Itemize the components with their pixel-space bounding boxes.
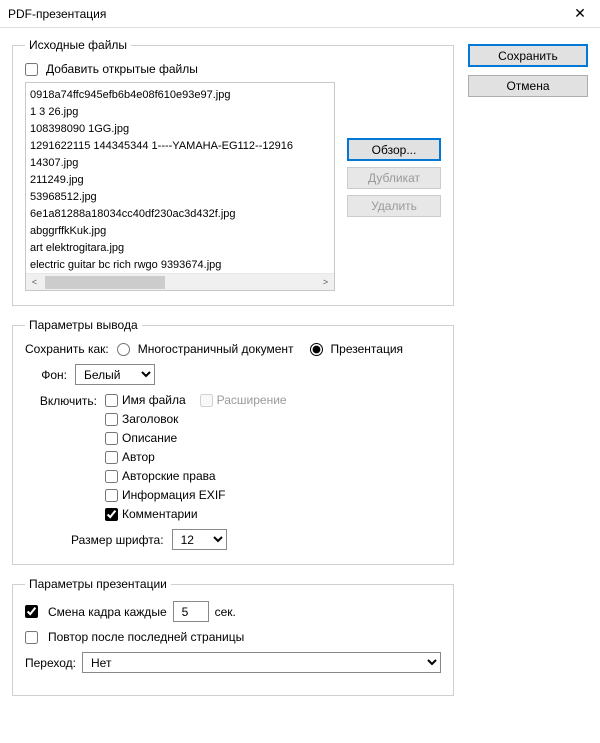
file-list-hscrollbar[interactable]: < > [26,273,334,290]
include-exif-checkbox[interactable] [105,489,118,502]
file-list-item[interactable]: 1291622115 144345344 1----YAMAHA-EG112--… [30,138,332,155]
include-exif-row[interactable]: Информация EXIF [105,488,287,502]
file-list-item[interactable]: art elektrogitara.jpg [30,240,332,257]
duplicate-button[interactable]: Дубликат [347,167,441,189]
file-list-item[interactable]: 6e1a81288a18034cc40df230ac3d432f.jpg [30,206,332,223]
saveas-multipage-label: Многостраничный документ [138,342,294,356]
delete-button[interactable]: Удалить [347,195,441,217]
include-description-checkbox[interactable] [105,432,118,445]
window-title: PDF-презентация [8,7,106,21]
advance-seconds-input[interactable] [173,601,209,622]
add-open-files-checkbox[interactable] [25,63,38,76]
loop-checkbox[interactable] [25,631,38,644]
include-copyright-checkbox[interactable] [105,470,118,483]
include-title-row[interactable]: Заголовок [105,412,287,426]
include-title-checkbox[interactable] [105,413,118,426]
presentation-params-group: Параметры презентации Смена кадра каждые… [12,577,454,696]
fontsize-label: Размер шрифта: [71,533,164,547]
save-as-label: Сохранить как: [25,342,109,356]
saveas-multipage-radio[interactable] [117,343,130,356]
loop-label: Повтор после последней страницы [48,630,244,644]
advance-label: Смена кадра каждые [48,605,167,619]
file-list-item[interactable]: 211249.jpg [30,172,332,189]
file-list-item[interactable]: abggrffkKuk.jpg [30,223,332,240]
include-extension-row: Расширение [200,393,287,407]
file-list[interactable]: 0918a74ffc945efb6b4e08f610e93e97.jpg1 3 … [26,83,334,273]
saveas-presentation-radio[interactable] [310,343,323,356]
include-exif-label: Информация EXIF [122,488,225,502]
add-open-files-label: Добавить открытые файлы [46,62,198,76]
include-author-label: Автор [122,450,155,464]
transition-select[interactable]: Нет [82,652,441,673]
include-comments-label: Комментарии [122,507,198,521]
include-author-checkbox[interactable] [105,451,118,464]
include-filename-row[interactable]: Имя файла [105,393,186,407]
include-author-row[interactable]: Автор [105,450,287,464]
include-extension-checkbox [200,394,213,407]
scroll-left-icon[interactable]: < [26,274,43,291]
output-params-legend: Параметры вывода [25,318,142,332]
include-copyright-row[interactable]: Авторские права [105,469,287,483]
saveas-presentation-row[interactable]: Презентация [310,342,404,356]
include-extension-label: Расширение [217,393,287,407]
output-params-group: Параметры вывода Сохранить как: Многостр… [12,318,454,565]
include-description-label: Описание [122,431,177,445]
scroll-thumb[interactable] [45,276,165,289]
scroll-right-icon[interactable]: > [317,274,334,291]
include-filename-label: Имя файла [122,393,186,407]
file-list-container: 0918a74ffc945efb6b4e08f610e93e97.jpg1 3 … [25,82,335,291]
presentation-params-legend: Параметры презентации [25,577,171,591]
close-button[interactable]: ✕ [560,0,600,28]
fontsize-select[interactable]: 12 [172,529,227,550]
background-label: Фон: [25,368,67,382]
file-list-item[interactable]: 0918a74ffc945efb6b4e08f610e93e97.jpg [30,87,332,104]
add-open-files-row[interactable]: Добавить открытые файлы [25,62,441,76]
include-copyright-label: Авторские права [122,469,216,483]
include-comments-checkbox[interactable] [105,508,118,521]
transition-label: Переход: [25,656,76,670]
source-files-legend: Исходные файлы [25,38,131,52]
file-list-item[interactable]: 53968512.jpg [30,189,332,206]
file-list-item[interactable]: 108398090 1GG.jpg [30,121,332,138]
advance-checkbox[interactable] [25,605,38,618]
background-select[interactable]: Белый [75,364,155,385]
file-list-item[interactable]: 14307.jpg [30,155,332,172]
save-button[interactable]: Сохранить [468,44,588,67]
include-comments-row[interactable]: Комментарии [105,507,287,521]
saveas-presentation-label: Презентация [331,342,404,356]
include-title-label: Заголовок [122,412,178,426]
include-label: Включить: [25,393,97,408]
file-list-item[interactable]: 1 3 26.jpg [30,104,332,121]
file-list-item[interactable]: electric guitar bc rich rwgo 9393674.jpg [30,257,332,273]
source-files-group: Исходные файлы Добавить открытые файлы 0… [12,38,454,306]
advance-unit-label: сек. [215,605,236,619]
include-description-row[interactable]: Описание [105,431,287,445]
include-filename-checkbox[interactable] [105,394,118,407]
browse-button[interactable]: Обзор... [347,138,441,161]
saveas-multipage-row[interactable]: Многостраничный документ [117,342,294,356]
cancel-button[interactable]: Отмена [468,75,588,97]
